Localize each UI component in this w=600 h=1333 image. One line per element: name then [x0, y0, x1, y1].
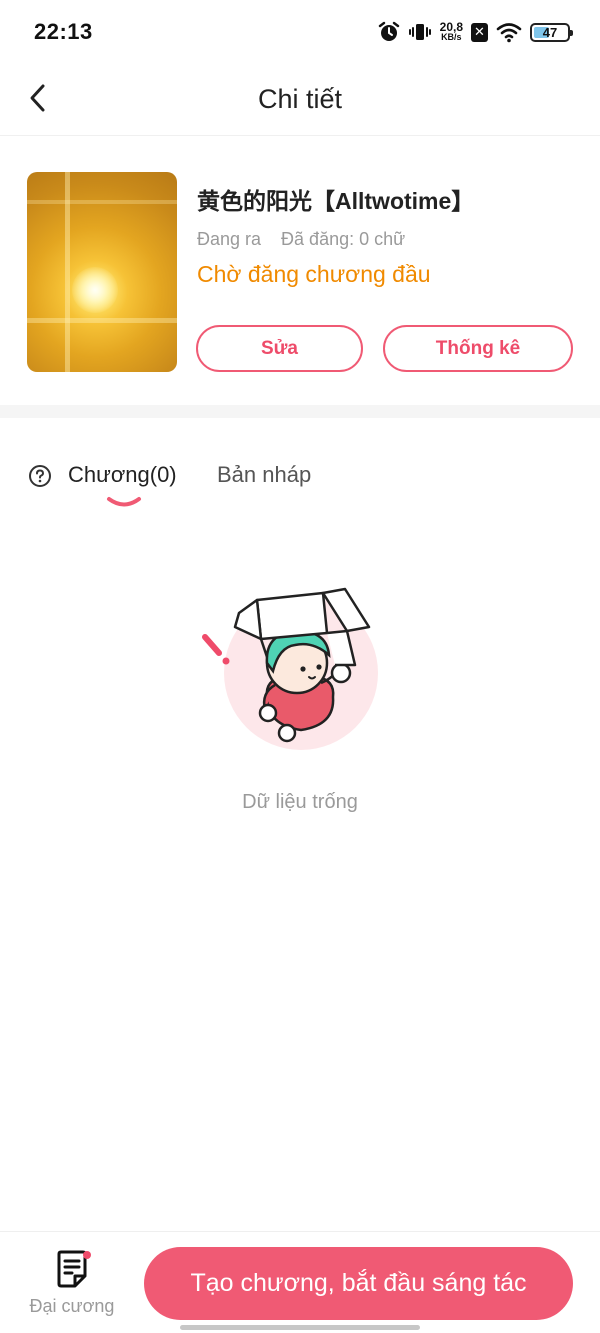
close-box-icon: ✕ [471, 22, 488, 42]
edit-button[interactable]: Sửa [196, 325, 363, 372]
battery-level: 47 [542, 24, 558, 40]
vibrate-icon [408, 24, 431, 40]
battery-icon: 47 [530, 22, 573, 42]
book-meta: Đang ra Đã đăng: 0 chữ [197, 229, 405, 250]
wifi-icon [496, 23, 522, 43]
create-chapter-button[interactable]: Tạo chương, bắt đầu sáng tác [144, 1247, 573, 1320]
status-icons: 20,8 KB/s ✕ 47 [378, 18, 573, 46]
cover-light-beam [27, 318, 177, 323]
outline-label: Đại cương [29, 1296, 115, 1316]
question-circle-icon[interactable] [28, 464, 52, 488]
stats-button[interactable]: Thống kê [383, 325, 573, 372]
bottom-bar: Đại cương Tạo chương, bắt đầu sáng tác [0, 1231, 600, 1333]
publish-status: Chờ đăng chương đầu [197, 261, 431, 287]
book-status-label: Đang ra [197, 229, 262, 249]
page-title: Chi tiết [257, 84, 343, 114]
book-cover[interactable] [27, 172, 177, 372]
book-info: 黄色的阳光【Alltwotime】 Đang ra Đã đăng: 0 chữ … [0, 137, 600, 405]
empty-state-text: Dữ liệu trống [242, 791, 358, 813]
book-title: 黄色的阳光【Alltwotime】 [197, 188, 475, 214]
cover-sun-glow [72, 267, 118, 313]
status-time: 22:13 [34, 19, 93, 44]
empty-state-illustration [202, 587, 378, 750]
section-divider [0, 405, 600, 418]
tab-chapters[interactable]: Chương(0) [68, 462, 177, 488]
tabs: Chương(0) Bản nháp [0, 418, 600, 518]
tab-drafts[interactable]: Bản nháp [217, 462, 311, 488]
network-speed-unit: KB/s [441, 32, 462, 42]
status-bar: 22:13 20,8 KB/s ✕ 47 [0, 0, 600, 64]
book-word-count: Đã đăng: 0 chữ [281, 229, 406, 249]
outline-button[interactable]: Đại cương [22, 1250, 122, 1320]
cover-light-beam [27, 200, 177, 204]
home-indicator[interactable] [180, 1325, 420, 1330]
network-speed-value: 20,8 [439, 20, 463, 34]
alarm-icon [378, 21, 399, 41]
notification-dot [83, 1251, 91, 1259]
header: Chi tiết [0, 64, 600, 136]
tab-active-indicator [107, 497, 141, 507]
network-speed: 20,8 KB/s [439, 20, 463, 42]
